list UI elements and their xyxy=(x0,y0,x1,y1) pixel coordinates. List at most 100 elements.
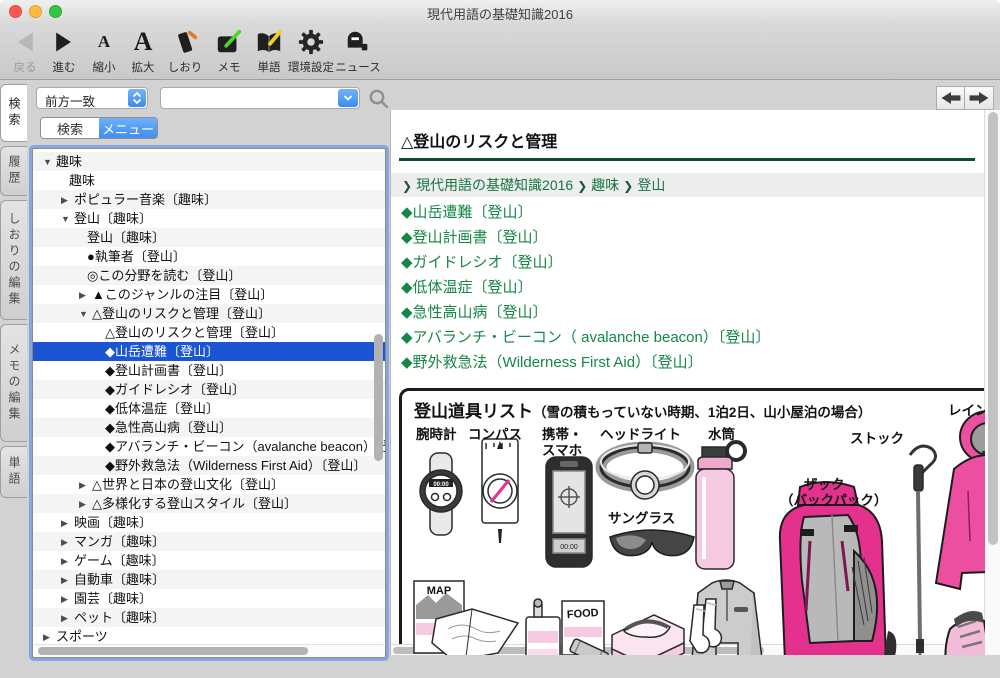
tree-row[interactable]: ▶△世界と日本の登山文化〔登山〕 xyxy=(33,475,385,494)
disclosure-open-icon[interactable]: ▼ xyxy=(79,305,92,323)
large-a-icon: A xyxy=(122,25,164,59)
article-link[interactable]: ◆野外救急法（Wilderness First Aid）〔登山〕 xyxy=(401,350,981,375)
bookmark-icon xyxy=(163,25,207,59)
disclosure-closed-icon[interactable]: ▶ xyxy=(61,533,74,551)
toolbar-memo-button[interactable]: メモ xyxy=(209,25,249,77)
tree-row[interactable]: ▶ポピュラー音楽〔趣味〕 xyxy=(33,190,385,209)
article-link[interactable]: ◆急性高山病〔登山〕 xyxy=(401,300,981,325)
tree-row[interactable]: 趣味 xyxy=(33,171,385,190)
tree-row-label: ペット〔趣味〕 xyxy=(74,610,165,625)
tree-row[interactable]: ◆アバランチ・ビーコン（avalanche beacon）〔登山〕 xyxy=(33,437,385,456)
tree-row[interactable]: ▶△多様化する登山スタイル〔登山〕 xyxy=(33,494,385,513)
tree-row[interactable]: ▶映画〔趣味〕 xyxy=(33,513,385,532)
tree-row-label: 登山〔趣味〕 xyxy=(87,230,165,245)
tree-row[interactable]: ●執筆者〔登山〕 xyxy=(33,247,385,266)
toolbar-zoom-out-button[interactable]: A 縮小 xyxy=(84,25,124,77)
tree-row-label: ◆山岳遭難〔登山〕 xyxy=(105,344,219,359)
tree-row[interactable]: △登山のリスクと管理〔登山〕 xyxy=(33,323,385,342)
tree-row-label: ゲーム〔趣味〕 xyxy=(74,553,165,568)
search-icon[interactable] xyxy=(368,88,390,110)
breadcrumb-item[interactable]: 登山 xyxy=(637,177,665,193)
match-mode-popup[interactable]: 前方一致 xyxy=(36,87,148,109)
tree-row-label: ◆アバランチ・ビーコン（avalanche beacon）〔登山〕 xyxy=(105,439,385,454)
content-forward-button[interactable] xyxy=(965,86,994,110)
popup-stepper-icon[interactable] xyxy=(128,89,146,107)
content-vscroll-thumb[interactable] xyxy=(988,112,998,545)
tree-row[interactable]: ◆ガイドレシオ〔登山〕 xyxy=(33,380,385,399)
tree-row[interactable]: ◆野外救急法（Wilderness First Aid）〔登山〕 xyxy=(33,456,385,475)
toolbar-forward-button[interactable]: 進む xyxy=(44,25,84,77)
label-bottle: 水筒 xyxy=(708,423,735,443)
tree-row[interactable]: ◆山岳遭難〔登山〕 xyxy=(33,342,385,361)
disclosure-closed-icon[interactable]: ▶ xyxy=(61,609,74,627)
content-vertical-scrollbar[interactable] xyxy=(984,110,1000,655)
tree-row[interactable]: ◆登山計画書〔登山〕 xyxy=(33,361,385,380)
content-back-button[interactable] xyxy=(936,86,965,110)
sidetab-history[interactable]: 履歴 xyxy=(0,146,27,196)
back-icon xyxy=(5,25,45,59)
tree-row[interactable]: 登山〔趣味〕 xyxy=(33,228,385,247)
tree-row[interactable]: ▶ペット〔趣味〕 xyxy=(33,608,385,627)
content-nav-buttons xyxy=(936,86,994,110)
sidetab-memo-edit[interactable]: メモの編集 xyxy=(0,324,27,442)
article-title: △登山のリスクと管理 xyxy=(401,128,557,152)
article-link[interactable]: ◆山岳遭難〔登山〕 xyxy=(401,200,981,225)
breadcrumb-item[interactable]: 現代用語の基礎知識2016 xyxy=(416,177,573,193)
breadcrumb-item[interactable]: 趣味 xyxy=(591,177,619,193)
combo-dropdown-button[interactable] xyxy=(338,89,358,107)
toolbar-preferences-button[interactable]: 環境設定 xyxy=(284,25,338,77)
svg-text:00:00: 00:00 xyxy=(433,482,449,488)
disclosure-closed-icon[interactable]: ▶ xyxy=(79,286,92,304)
label-zack-2: （バックパック） xyxy=(780,489,887,509)
tree-row[interactable]: ▶ゲーム〔趣味〕 xyxy=(33,551,385,570)
disclosure-closed-icon[interactable]: ▶ xyxy=(61,514,74,532)
toolbar-back-button[interactable]: 戻る xyxy=(5,25,45,77)
tab-search[interactable]: 検索 xyxy=(41,118,99,138)
content-pane: △登山のリスクと管理 ❯現代用語の基礎知識2016❯趣味❯登山 ◆山岳遭難〔登山… xyxy=(390,110,1000,655)
toolbar-bookmark-button[interactable]: しおり xyxy=(163,25,207,77)
tree-row[interactable]: ▶園芸〔趣味〕 xyxy=(33,589,385,608)
disclosure-open-icon[interactable]: ▼ xyxy=(43,153,56,171)
svg-text:00:00: 00:00 xyxy=(560,544,578,551)
tree-row[interactable]: ▼趣味 xyxy=(33,152,385,171)
toolbar-zoom-in-button[interactable]: A 拡大 xyxy=(122,25,164,77)
tree-row[interactable]: ◆急性高山病〔登山〕 xyxy=(33,418,385,437)
article-link[interactable]: ◆登山計画書〔登山〕 xyxy=(401,225,981,250)
label-stock: ストック xyxy=(850,427,904,447)
tree-row-label: ◆ガイドレシオ〔登山〕 xyxy=(105,382,245,397)
gear-icon xyxy=(284,25,338,59)
tree-row-label: 園芸〔趣味〕 xyxy=(74,591,152,606)
tree-row[interactable]: ▶マンガ〔趣味〕 xyxy=(33,532,385,551)
sidetab-word[interactable]: 単語 xyxy=(0,446,27,498)
sidetab-bookmark-edit[interactable]: しおりの編集 xyxy=(0,200,27,320)
label-phone-2: スマホ xyxy=(542,439,582,459)
tree-row[interactable]: ◆低体温症〔登山〕 xyxy=(33,399,385,418)
search-combo xyxy=(160,87,360,109)
tree-row[interactable]: ▶▲このジャンルの注目〔登山〕 xyxy=(33,285,385,304)
disclosure-closed-icon[interactable]: ▶ xyxy=(61,552,74,570)
disclosure-closed-icon[interactable]: ▶ xyxy=(79,495,92,513)
tree-row[interactable]: ◎この分野を読む〔登山〕 xyxy=(33,266,385,285)
tree-vertical-scrollbar[interactable] xyxy=(374,334,383,461)
article-link[interactable]: ◆アバランチ・ビーコン（ avalanche beacon）〔登山〕 xyxy=(401,325,981,350)
toolbar-news-button[interactable]: ニュース xyxy=(334,25,382,77)
tree-row-label: ◎この分野を読む〔登山〕 xyxy=(87,268,241,283)
article-link[interactable]: ◆低体温症〔登山〕 xyxy=(401,275,981,300)
search-input[interactable] xyxy=(167,90,327,106)
tree-row[interactable]: ▼△登山のリスクと管理〔登山〕 xyxy=(33,304,385,323)
tree-horizontal-scrollbar[interactable] xyxy=(34,644,384,656)
thick-left-arrow-icon xyxy=(939,89,963,107)
disclosure-closed-icon[interactable]: ▶ xyxy=(61,191,74,209)
disclosure-open-icon[interactable]: ▼ xyxy=(61,210,74,228)
tree-hscroll-thumb[interactable] xyxy=(38,647,308,655)
tab-menu[interactable]: メニュー xyxy=(99,118,157,138)
article-link[interactable]: ◆ガイドレシオ〔登山〕 xyxy=(401,250,981,275)
tree-row[interactable]: ▼登山〔趣味〕 xyxy=(33,209,385,228)
disclosure-closed-icon[interactable]: ▶ xyxy=(61,571,74,589)
sidetab-search[interactable]: 検索 xyxy=(0,84,27,142)
toolbar-word-button[interactable]: 単語 xyxy=(249,25,289,77)
tree-row[interactable]: ▶自動車〔趣味〕 xyxy=(33,570,385,589)
disclosure-closed-icon[interactable]: ▶ xyxy=(79,476,92,494)
tree-row-label: ◆低体温症〔登山〕 xyxy=(105,401,219,416)
disclosure-closed-icon[interactable]: ▶ xyxy=(61,590,74,608)
